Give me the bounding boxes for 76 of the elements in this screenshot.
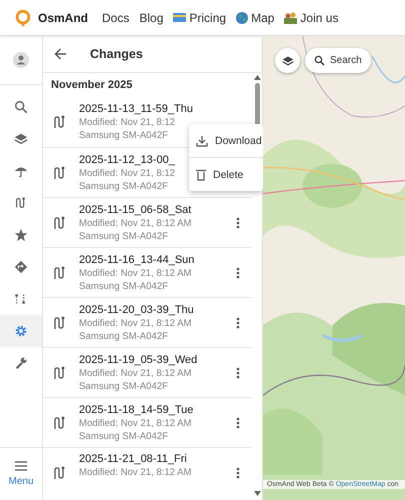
track-row[interactable]: 2025-11-16_13-44_Sun Modified: Nov 21, 8:12 AM Samsung SM-A042F <box>43 247 252 297</box>
device-name: Samsung SM-A042F <box>79 230 168 242</box>
modified-date: Modified: Nov 21, 8:12 AM <box>79 218 192 228</box>
logo-icon <box>14 8 32 26</box>
month-heading: November 2025 <box>50 78 134 93</box>
track-icon <box>53 366 65 380</box>
menu-button[interactable]: Menu <box>6 459 36 489</box>
more-options-icon[interactable] <box>236 266 240 278</box>
panel-title: Changes <box>90 47 143 61</box>
track-row[interactable]: 2025-11-18_14-59_Tue Modified: Nov 21, 8:12 AM Samsung SM-A042F <box>43 397 252 447</box>
more-options-icon[interactable] <box>236 416 240 428</box>
more-options-icon[interactable] <box>236 316 240 328</box>
nav-link[interactable]: Map <box>236 10 274 24</box>
track-title: 2025-11-19_05-39_Wed <box>79 354 198 366</box>
device-name: Samsung SM-A042F <box>79 330 168 342</box>
search-icon <box>314 55 325 66</box>
scroll-down-icon[interactable] <box>254 491 260 496</box>
track-icon <box>53 115 65 129</box>
brand-name[interactable]: OsmAnd <box>38 10 88 24</box>
track-title: 2025-11-21_08-11_Fri <box>79 453 187 465</box>
device-name: Samsung SM-A042F <box>79 280 168 292</box>
track-icon <box>53 216 65 230</box>
card-icon <box>173 13 186 22</box>
track-row[interactable]: 2025-11-15_06-58_Sat Modified: Nov 21, 8:12 AM Samsung SM-A042F <box>43 197 252 247</box>
modified-date: Modified: Nov 21, 8:12 AM <box>79 467 192 478</box>
more-options-icon[interactable] <box>236 216 240 228</box>
nav-link[interactable]: Docs <box>102 10 130 24</box>
back-arrow-icon[interactable] <box>54 48 67 60</box>
people-icon <box>284 12 298 24</box>
more-options-icon[interactable] <box>236 466 240 478</box>
track-row[interactable]: 2025-11-21_08-11_Fri Modified: Nov 21, 8:12 AM <box>43 447 252 497</box>
modified-date: Modified: Nov 21, 8:12 <box>79 117 175 128</box>
modified-date: Modified: Nov 21, 8:12 AM <box>79 368 192 378</box>
track-icon <box>53 266 65 280</box>
device-name: Samsung SM-A042F <box>79 130 168 141</box>
settings-icon <box>14 324 28 338</box>
download-icon <box>196 134 208 146</box>
scrollbar-thumb[interactable] <box>254 83 260 127</box>
track-title: 2025-11-16_13-44_Sun <box>79 254 194 266</box>
avatar-icon[interactable] <box>13 52 29 68</box>
track-icon <box>53 466 65 480</box>
device-name: Samsung SM-A042F <box>79 380 168 392</box>
track-icon <box>53 316 65 330</box>
search-icon <box>14 100 28 114</box>
menu-icon <box>14 461 27 471</box>
globe-icon <box>236 12 248 24</box>
directions-icon <box>14 260 28 274</box>
star-icon <box>14 228 28 242</box>
route-icon <box>14 292 28 306</box>
device-name: Samsung SM-A042F <box>79 430 168 442</box>
wrench-icon <box>14 356 28 370</box>
track-icon <box>14 196 28 210</box>
track-title: 2025-11-20_03-39_Thu <box>79 304 194 316</box>
modified-date: Modified: Nov 21, 8:12 AM <box>79 418 192 428</box>
track-title: 2025-11-18_14-59_Tue <box>79 404 194 416</box>
more-options-icon[interactable] <box>236 366 240 378</box>
trash-icon <box>196 168 206 180</box>
track-row[interactable]: 2025-11-20_03-39_Thu Modified: Nov 21, 8:12 AM Samsung SM-A042F <box>43 297 252 347</box>
layers-icon <box>14 132 28 146</box>
track-icon <box>53 166 65 180</box>
track-icon <box>53 416 65 430</box>
layers-icon <box>282 54 294 66</box>
scroll-up-icon[interactable] <box>254 75 260 80</box>
nav-link[interactable]: Join us <box>284 10 338 24</box>
track-title: 2025-11-12_13-00_ <box>79 154 175 166</box>
modified-date: Modified: Nov 21, 8:12 AM <box>79 318 192 328</box>
track-title: 2025-11-13_11-59_Thu <box>79 103 193 115</box>
search-button[interactable]: Search <box>305 48 371 73</box>
track-row[interactable]: 2025-11-19_05-39_Wed Modified: Nov 21, 8:12 AM Samsung SM-A042F <box>43 347 252 397</box>
rail-item[interactable] <box>0 315 42 347</box>
modified-date: Modified: Nov 21, 8:12 <box>79 168 175 178</box>
nav-link[interactable]: Blog <box>139 10 164 24</box>
nav-link[interactable]: Pricing <box>173 10 226 24</box>
track-title: 2025-11-15_06-58_Sat <box>79 204 192 216</box>
modified-date: Modified: Nov 21, 8:12 AM <box>79 268 192 278</box>
device-name: Samsung SM-A042F <box>79 180 168 192</box>
